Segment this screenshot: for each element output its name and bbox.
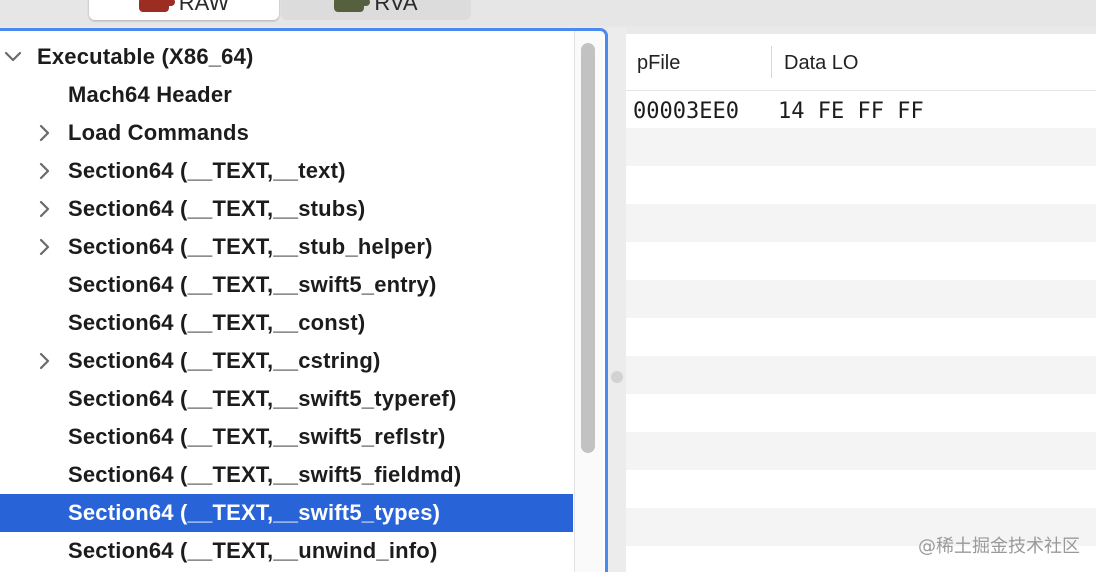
column-separator[interactable]	[771, 46, 772, 78]
hex-data-pane: pFile Data LO 00003EE0 14 FE FF FF	[626, 34, 1096, 572]
rva-icon	[334, 0, 371, 12]
tree-row-label: Section64 (__TEXT,__swift5_fieldmd)	[68, 462, 462, 487]
chevron-right-icon[interactable]	[36, 114, 54, 152]
tree-row-label: Executable (X86_64)	[37, 44, 254, 69]
watermark: @稀土掘金技术社区	[918, 536, 1080, 557]
tree-row-label: Mach64 Header	[68, 82, 233, 107]
view-mode-tabbar: RAW RVA	[0, 0, 1096, 26]
empty-row	[626, 394, 1096, 432]
tree-row-label: Section64 (__TEXT,__text)	[68, 158, 346, 183]
tree-row[interactable]: Section64 (__TEXT,__stub_helper)	[0, 228, 573, 266]
tree-row-label: Section64 (__TEXT,__stub_helper)	[68, 234, 433, 259]
chevron-right-icon[interactable]	[36, 342, 54, 380]
tree-row-label: Section64 (__TEXT,__swift5_entry)	[68, 272, 437, 297]
chevron-right-icon[interactable]	[36, 190, 54, 228]
tab-raw-label: RAW	[178, 0, 230, 15]
hex-table-header: pFile Data LO	[626, 34, 1096, 91]
empty-row	[626, 128, 1096, 166]
tree-row[interactable]: Section64 (__TEXT,__cstring)	[0, 342, 573, 380]
split-view-divider[interactable]	[608, 28, 626, 572]
hex-table-body: 00003EE0 14 FE FF FF	[626, 90, 1096, 572]
tree-row[interactable]: Section64 (__TEXT,__stubs)	[0, 190, 573, 228]
tree-row-label: Section64 (__TEXT,__unwind_info)	[68, 538, 438, 563]
empty-row	[626, 356, 1096, 394]
raw-icon	[138, 0, 175, 12]
tree-row-label: Section64 (__TEXT,__swift5_reflstr)	[68, 424, 446, 449]
tree-row[interactable]: Mach64 Header	[0, 76, 573, 114]
empty-row	[626, 470, 1096, 508]
empty-row	[626, 204, 1096, 242]
tree-row[interactable]: Section64 (__TEXT,__text)	[0, 152, 573, 190]
tree-row-label: Section64 (__TEXT,__cstring)	[68, 348, 381, 373]
tree-scrollbar[interactable]	[574, 31, 603, 572]
empty-row	[626, 432, 1096, 470]
tree-row[interactable]: Load Commands	[0, 114, 573, 152]
tab-rva[interactable]: RVA	[281, 0, 471, 20]
tab-rva-label: RVA	[374, 0, 418, 15]
macho-viewer-window: RAW RVA Executable (X86_64) Mach64 Header…	[0, 0, 1096, 572]
tree-row-label: Section64 (__TEXT,__swift5_typeref)	[68, 386, 457, 411]
empty-row	[626, 318, 1096, 356]
tree-row-label: Section64 (__TEXT,__swift5_types)	[68, 500, 441, 525]
tree-row[interactable]: Section64 (__TEXT,__swift5_entry)	[0, 266, 573, 304]
tree-row-label: Section64 (__TEXT,__const)	[68, 310, 366, 335]
chevron-right-icon[interactable]	[36, 228, 54, 266]
tree-scrollbar-thumb[interactable]	[581, 43, 595, 453]
structure-tree-pane: Executable (X86_64) Mach64 Header Load Com…	[0, 28, 608, 572]
column-header-data-lo[interactable]: Data LO	[784, 34, 858, 92]
chevron-down-icon[interactable]	[4, 38, 22, 76]
column-header-pfile[interactable]: pFile	[637, 34, 680, 92]
empty-row	[626, 166, 1096, 204]
tree-row[interactable]: Executable (X86_64)	[0, 38, 573, 76]
empty-row	[626, 280, 1096, 318]
hex-row[interactable]: 00003EE0 14 FE FF FF	[626, 90, 1096, 128]
tree-row[interactable]: Section64 (__TEXT,__unwind_info)	[0, 532, 573, 570]
tab-raw[interactable]: RAW	[89, 0, 279, 20]
divider-grip-icon	[611, 371, 623, 383]
tree-row-label: Load Commands	[68, 120, 250, 145]
structure-tree: Executable (X86_64) Mach64 Header Load Com…	[0, 38, 573, 570]
tree-row-label: Section64 (__TEXT,__stubs)	[68, 196, 366, 221]
chevron-right-icon[interactable]	[36, 152, 54, 190]
tree-row[interactable]: Section64 (__TEXT,__swift5_types)	[0, 494, 573, 532]
tree-row[interactable]: Section64 (__TEXT,__swift5_fieldmd)	[0, 456, 573, 494]
tree-row[interactable]: Section64 (__TEXT,__swift5_reflstr)	[0, 418, 573, 456]
tree-row[interactable]: Section64 (__TEXT,__swift5_typeref)	[0, 380, 573, 418]
empty-row	[626, 242, 1096, 280]
tree-row[interactable]: Section64 (__TEXT,__const)	[0, 304, 573, 342]
